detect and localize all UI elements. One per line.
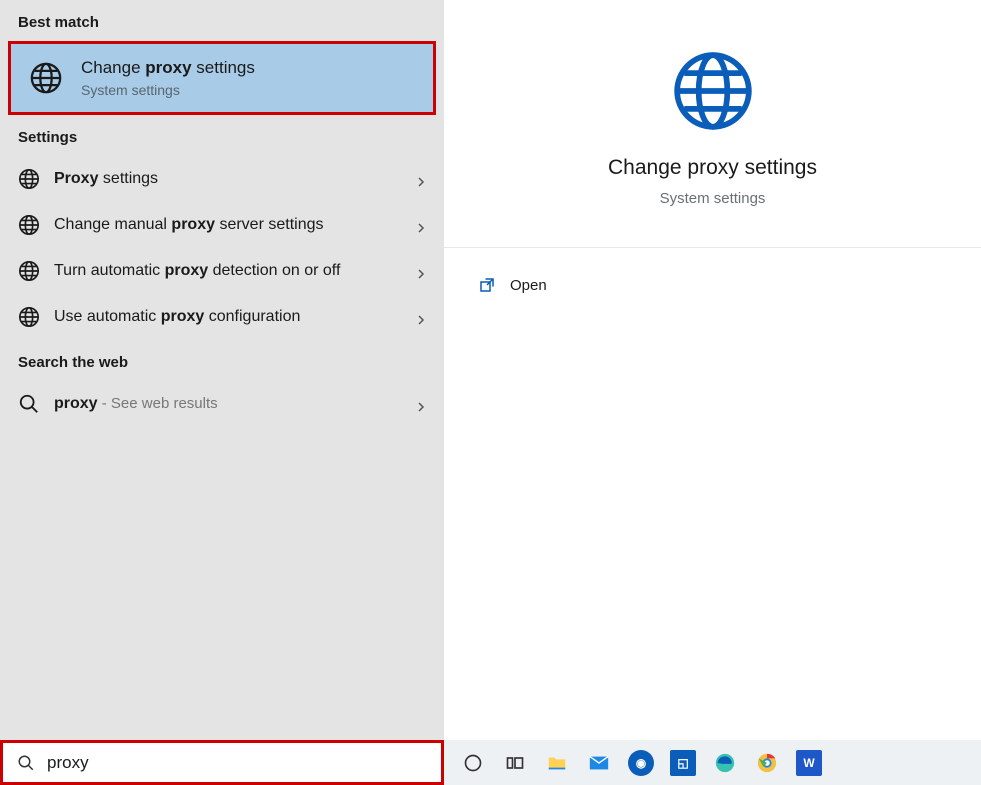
preview-title: Change proxy settings [608, 156, 817, 180]
globe-icon [18, 306, 40, 328]
search-input[interactable] [47, 753, 427, 773]
chevron-right-icon [416, 174, 426, 184]
taskbar: ◉ ◱ W [0, 740, 981, 785]
settings-item-manual-proxy[interactable]: Change manual proxy server settings [0, 202, 444, 248]
word-icon[interactable]: W [794, 748, 824, 778]
search-icon [18, 393, 40, 415]
cortana-icon[interactable] [458, 748, 488, 778]
globe-icon [18, 214, 40, 236]
globe-icon [670, 48, 756, 134]
globe-icon [18, 168, 40, 190]
chevron-right-icon [416, 312, 426, 322]
open-icon [478, 276, 496, 294]
chevron-right-icon [416, 399, 426, 409]
settings-header: Settings [0, 115, 444, 156]
globe-icon [18, 260, 40, 282]
globe-icon [29, 61, 63, 95]
search-icon [17, 754, 35, 772]
file-explorer-icon[interactable] [542, 748, 572, 778]
settings-item-auto-detect[interactable]: Turn automatic proxy detection on or off [0, 248, 444, 294]
settings-item-proxy-settings[interactable]: Proxy settings [0, 156, 444, 202]
web-result-item[interactable]: proxy - See web results [0, 381, 444, 427]
edge-icon[interactable] [710, 748, 740, 778]
best-match-text: Change proxy settings System settings [81, 58, 255, 98]
app-icon-dell[interactable]: ◉ [626, 748, 656, 778]
search-web-header: Search the web [0, 340, 444, 381]
preview-subtitle: System settings [660, 190, 766, 207]
best-match-item[interactable]: Change proxy settings System settings [8, 41, 436, 115]
app-icon-blue[interactable]: ◱ [668, 748, 698, 778]
chrome-icon[interactable] [752, 748, 782, 778]
chevron-right-icon [416, 266, 426, 276]
search-results-panel: Best match Change proxy settings System … [0, 0, 444, 740]
mail-icon[interactable] [584, 748, 614, 778]
chevron-right-icon [416, 220, 426, 230]
open-label: Open [510, 277, 547, 294]
settings-item-auto-config[interactable]: Use automatic proxy configuration [0, 294, 444, 340]
open-action[interactable]: Open [478, 270, 947, 300]
task-view-icon[interactable] [500, 748, 530, 778]
best-match-header: Best match [0, 0, 444, 41]
taskbar-search-box[interactable] [0, 740, 444, 785]
preview-panel: Change proxy settings System settings Op… [444, 0, 981, 740]
